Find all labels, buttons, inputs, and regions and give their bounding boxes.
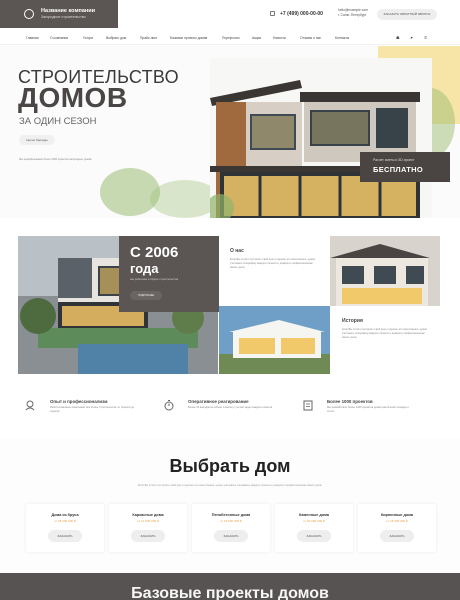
card-price: от 25 000 000 ₽ [54, 519, 76, 523]
phone-number[interactable]: +7 (499) 000-00-00 [280, 11, 323, 17]
hero-note: Мы разрабатываем более 1000 проектов заг… [19, 158, 92, 161]
about-text: Если Вы хотите построить свой дом и сдел… [230, 258, 316, 269]
house-type-card[interactable]: Кирпичные дома от 18 000 000 ₽ ЗАКАЗАТЬ [358, 504, 436, 552]
nav-item-portfolio[interactable]: Портфолио [222, 36, 240, 40]
hero-title-line2: ДОМОВ [18, 82, 128, 113]
nav-item-projects[interactable]: Базовые проекты домов [170, 36, 207, 40]
card-price: от 15 000 000 ₽ [220, 519, 242, 523]
choose-title: Выбрать дом [169, 456, 291, 476]
hero-title-line3: ЗА ОДИН СЕЗОН [19, 116, 97, 127]
order-button[interactable]: ЗАКАЗАТЬ [214, 530, 248, 542]
nav-item-about[interactable]: О компании [50, 36, 68, 40]
feature-title: Более 1000 проектов [327, 399, 373, 404]
nav-item-choose-house[interactable]: Выбрать дом [106, 36, 126, 40]
order-button[interactable]: ЗАКАЗАТЬ [48, 530, 82, 542]
vk-icon[interactable]: ☗ [396, 35, 400, 40]
main-nav: Главная О компании Услуги Выбрать дом Пр… [0, 33, 460, 45]
more-button[interactable]: ПОДРОБНЕЕ [130, 291, 162, 300]
choose-subtitle: Если Вы хотите построить свой дом и сдел… [137, 484, 323, 487]
city-label: г. Санкт-Петербург [338, 13, 367, 17]
company-name: Название компании [41, 8, 95, 14]
nav-item-reviews[interactable]: Отзывы о нас [300, 36, 321, 40]
nav-item-prices[interactable]: Прайс-лист [140, 36, 158, 40]
brand-block[interactable] [0, 0, 118, 28]
nav-item-services[interactable]: Услуги [83, 36, 93, 40]
contact-info: hello@example.com г. Санкт-Петербург [338, 8, 368, 18]
order-button[interactable]: ЗАКАЗАТЬ [380, 530, 414, 542]
card-title: Каменные дома [299, 513, 329, 517]
promo-badge-title: БЕСПЛАТНО [373, 165, 424, 174]
card-title: Дома из бруса [51, 513, 79, 517]
phone-icon [270, 11, 275, 16]
logo-icon[interactable] [24, 9, 34, 19]
year-title-suffix: года [130, 261, 159, 276]
promo-badge-caption: Расчет сметы и 3D-проект [373, 158, 415, 162]
feature-text: Более 15 выездов на объект в месяц с уче… [188, 406, 273, 409]
feature-text: Мы разработали более 1000 проектов домов… [327, 406, 409, 413]
whatsapp-icon[interactable]: ✆ [424, 35, 427, 40]
nav-item-contacts[interactable]: Контакты [335, 36, 349, 40]
house-type-card[interactable]: Каркасные дома от 12 000 000 ₽ ЗАКАЗАТЬ [109, 504, 187, 552]
house-type-card[interactable]: Дома из бруса от 25 000 000 ₽ ЗАКАЗАТЬ [26, 504, 104, 552]
card-price: от 12 000 000 ₽ [137, 519, 159, 523]
card-price: от 18 000 000 ₽ [386, 519, 408, 523]
telegram-icon[interactable]: ➤ [410, 35, 413, 40]
card-title: Кирпичные дома [380, 513, 414, 517]
order-button[interactable]: ЗАКАЗАТЬ [297, 530, 331, 542]
about-heading: О нас [230, 248, 244, 254]
company-subtitle: Загородное строительство [41, 15, 86, 19]
card-title: Пенобетонные дома [211, 513, 251, 517]
house-type-card[interactable]: Пенобетонные дома от 15 000 000 ₽ ЗАКАЗА… [192, 504, 270, 552]
house-photo-right [330, 236, 440, 306]
projects-title: Базовые проекты домов [131, 585, 329, 600]
feature-title: Оперативное реагирование [188, 399, 249, 404]
house-photo-middle [219, 306, 330, 374]
history-text: Если Вы хотите построить свой дом и сдел… [342, 328, 428, 339]
year-subtitle: мы работаем в сфере строительства [130, 277, 179, 281]
order-button[interactable]: ЗАКАЗАТЬ [131, 530, 165, 542]
card-title: Каркасные дома [132, 513, 164, 517]
feature-text: Работа компании охватывает все этапы стр… [50, 406, 135, 413]
nav-item-home[interactable]: Главная [26, 36, 39, 40]
nav-item-news[interactable]: Новости [273, 36, 286, 40]
stopwatch-icon [164, 400, 174, 411]
blueprint-icon [303, 400, 313, 411]
history-heading: История [342, 318, 363, 324]
year-title: С 2006 [130, 244, 179, 261]
card-price: от 20 000 000 ₽ [303, 519, 325, 523]
hero-button[interactable]: Целое бригады [19, 135, 55, 145]
house-type-card[interactable]: Каменные дома от 20 000 000 ₽ ЗАКАЗАТЬ [275, 504, 353, 552]
worker-icon [25, 400, 35, 411]
callback-button[interactable]: ЗАКАЗАТЬ ОБРАТНЫЙ ЗВОНОК [377, 9, 437, 20]
nav-item-promo[interactable]: Акции [252, 36, 261, 40]
feature-title: Опыт и профессионализм [50, 399, 108, 404]
hero-house-image [210, 58, 432, 218]
